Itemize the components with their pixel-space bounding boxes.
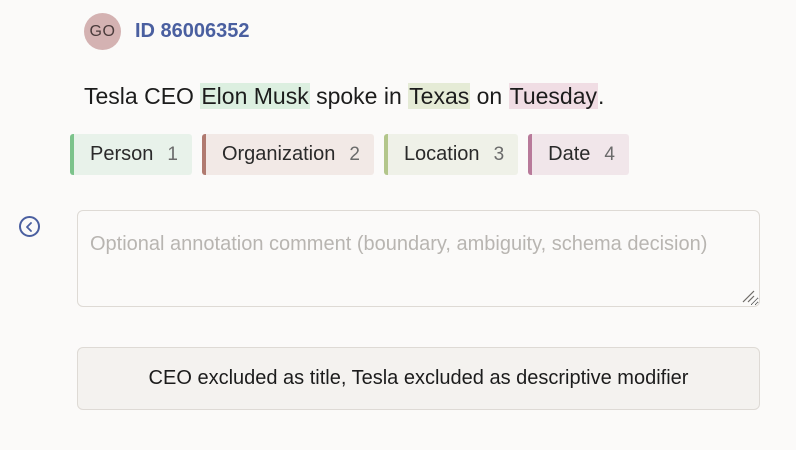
sentence-text: on [470, 83, 509, 109]
task-header: GO ID 86006352 [84, 13, 250, 50]
label-chip-person[interactable]: Person 1 [70, 134, 192, 175]
label-shortcut-key: 3 [493, 143, 505, 165]
sentence-text: . [598, 83, 605, 109]
label-name: Location [403, 143, 480, 165]
sentence-text: Tesla CEO [84, 83, 201, 109]
label-shortcut-key: 2 [349, 143, 360, 165]
annotation-note: CEO excluded as title, Tesla excluded as… [77, 347, 760, 410]
label-chip-date[interactable]: Date 4 [528, 134, 629, 175]
avatar: GO [84, 13, 121, 50]
entity-span-location[interactable]: Texas [408, 83, 471, 109]
entity-span-date[interactable]: Tuesday [508, 83, 598, 109]
label-name: Organization [221, 143, 336, 165]
sentence-text: spoke in [309, 83, 409, 109]
entity-span-person[interactable]: Elon Musk [200, 83, 310, 109]
label-chip-organization[interactable]: Organization 2 [201, 134, 374, 175]
chevron-left-icon [26, 221, 32, 232]
annotated-sentence[interactable]: Tesla CEO Elon Musk spoke in Texas on Tu… [84, 80, 604, 112]
task-id: ID 86006352 [135, 20, 250, 42]
resize-handle-icon[interactable] [741, 289, 755, 303]
label-name: Person [90, 143, 154, 165]
label-name: Date [548, 143, 591, 165]
annotation-note-text: CEO excluded as title, Tesla excluded as… [148, 367, 689, 389]
label-shortcut-key: 1 [167, 143, 178, 165]
label-chip-location[interactable]: Location 3 [383, 134, 519, 175]
entity-label-bar: Person 1 Organization 2 Location 3 Date 4 [70, 134, 639, 175]
back-button[interactable] [19, 216, 40, 237]
annotation-comment-input[interactable] [77, 210, 760, 307]
label-shortcut-key: 4 [604, 143, 615, 165]
